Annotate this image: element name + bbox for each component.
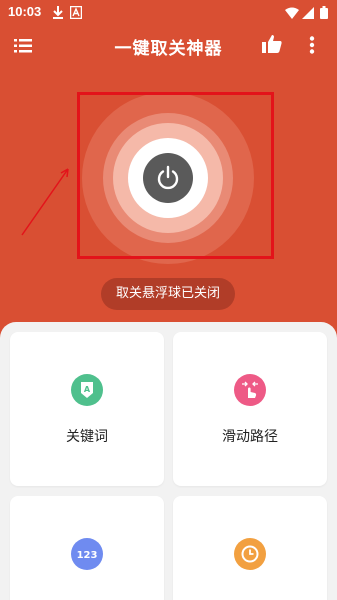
more-options-icon[interactable] — [309, 36, 317, 56]
download-icon — [52, 4, 64, 23]
floating-ball-status: 取关悬浮球已关闭 — [101, 278, 235, 310]
svg-text:123: 123 — [77, 550, 97, 561]
status-time: 10:03 — [8, 4, 42, 19]
app-bar: 一键取关神器 — [0, 28, 337, 64]
swipe-path-label: 滑动路径 — [222, 429, 278, 445]
clock-card[interactable] — [173, 496, 327, 600]
numbers-card[interactable]: 123 — [10, 496, 164, 600]
svg-text:A: A — [84, 385, 91, 394]
swipe-path-card[interactable]: 滑动路径 — [173, 332, 327, 486]
thumbs-up-icon[interactable] — [262, 34, 282, 54]
swipe-path-icon — [234, 374, 266, 406]
signal-icon — [302, 4, 314, 23]
font-icon — [69, 4, 83, 23]
annotation-arrow-icon — [21, 168, 69, 236]
keyword-card[interactable]: A 关键词 — [10, 332, 164, 486]
numbers-icon: 123 — [71, 538, 103, 570]
wifi-icon — [285, 4, 299, 23]
battery-icon — [320, 4, 328, 23]
keyword-label: 关键词 — [66, 429, 108, 445]
status-bar: 10:03 — [0, 0, 337, 24]
annotation-highlight-box — [77, 92, 274, 259]
page-title: 一键取关神器 — [114, 39, 223, 59]
clock-icon — [234, 538, 266, 570]
keyword-icon: A — [71, 374, 103, 406]
